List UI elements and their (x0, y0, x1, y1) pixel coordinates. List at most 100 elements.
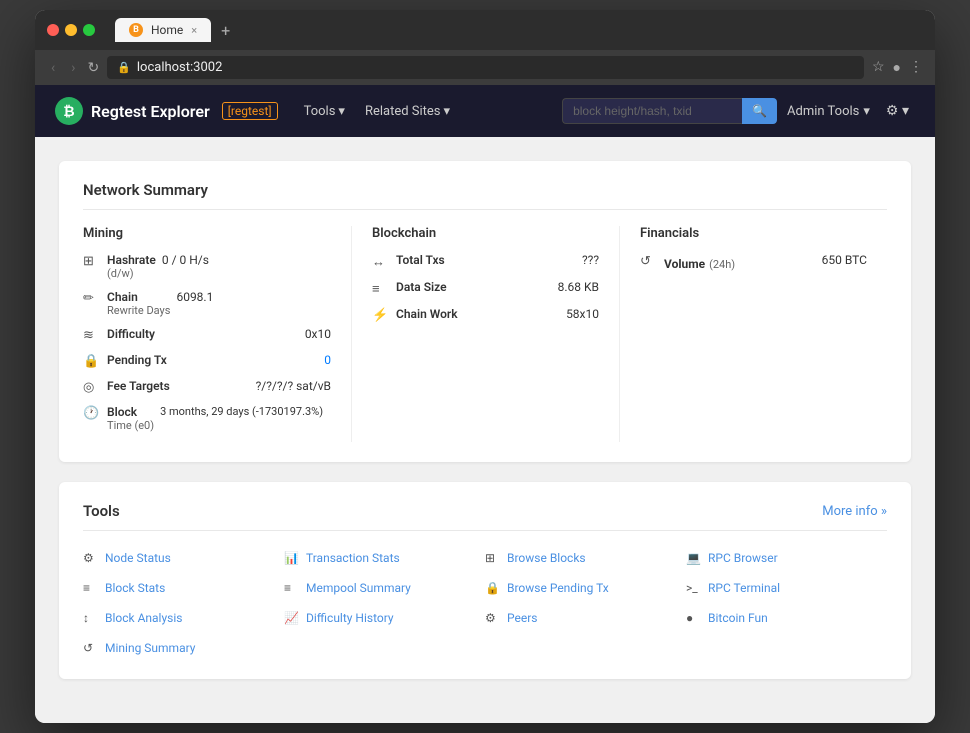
browse-pending-link[interactable]: Browse Pending Tx (507, 581, 609, 595)
block-time-icon: 🕐 (83, 406, 101, 421)
difficulty-row: ≋ Difficulty 0x10 (83, 327, 331, 343)
back-button[interactable]: ‹ (47, 58, 59, 78)
node-status-icon: ⚙ (83, 551, 99, 565)
chain-icon: ✏ (83, 291, 101, 306)
admin-tools-menu[interactable]: Admin Tools ▾ (777, 104, 880, 119)
data-size-row: ≡ Data Size 8.68 KB (372, 280, 599, 297)
block-stats-link[interactable]: Block Stats (105, 581, 165, 595)
tools-header: Tools More info » (83, 502, 887, 531)
search-form: 🔍 (562, 98, 777, 124)
user-icon[interactable]: ● (893, 59, 901, 76)
gear-arrow: ▾ (902, 103, 909, 119)
chain-rewrite-row: ✏ Chain Rewrite Days 6098.1 (83, 290, 331, 317)
tool-mempool-summary[interactable]: ≡ Mempool Summary (284, 577, 485, 599)
hashrate-row: ⊞ Hashrate (d/w) 0 / 0 H/s (83, 253, 331, 280)
total-txs-value: ??? (582, 253, 599, 267)
close-button[interactable] (47, 24, 59, 36)
block-time-value: 3 months, 29 days (-1730197.3%) (160, 405, 323, 418)
tools-menu[interactable]: Tools ▾ (294, 85, 355, 137)
hashrate-icon: ⊞ (83, 254, 101, 269)
block-time-label-block: Block Time (e0) (107, 405, 154, 432)
pending-tx-value: 0 (324, 353, 331, 367)
tab-close-button[interactable]: × (191, 24, 197, 37)
mining-summary-icon: ↺ (83, 641, 99, 655)
network-summary-card: Network Summary Mining ⊞ Hashrate (d/w) … (59, 161, 911, 462)
tool-rpc-browser[interactable]: 💻 RPC Browser (686, 547, 887, 569)
brand-tag: [regtest] (222, 102, 278, 120)
tab-favicon: B (129, 23, 143, 37)
data-size-label: Data Size (396, 280, 552, 294)
rpc-browser-link[interactable]: RPC Browser (708, 551, 778, 565)
total-txs-row: ↔ Total Txs ??? (372, 253, 599, 270)
block-stats-icon: ≡ (83, 581, 99, 595)
tools-arrow: ▾ (338, 104, 345, 119)
gear-menu[interactable]: ⚙ ▾ (880, 103, 915, 119)
titlebar: B Home × + (35, 10, 935, 50)
url-text: localhost:3002 (137, 60, 223, 75)
star-icon[interactable]: ☆ (872, 59, 885, 76)
tool-difficulty-history[interactable]: 📈 Difficulty History (284, 607, 485, 629)
more-info-link[interactable]: More info » (822, 504, 887, 519)
search-input[interactable] (562, 98, 742, 124)
financials-column: Financials ↺ Volume (24h) 650 BTC (619, 226, 887, 442)
lock-icon: 🔒 (117, 61, 131, 74)
forward-button[interactable]: › (67, 58, 79, 78)
chain-work-value: 58x10 (566, 307, 599, 321)
data-size-icon: ≡ (372, 281, 390, 297)
traffic-lights (47, 24, 95, 36)
volume-icon: ↺ (640, 254, 658, 269)
gear-icon: ⚙ (886, 103, 899, 119)
mempool-icon: ≡ (284, 581, 300, 595)
blockchain-column: Blockchain ↔ Total Txs ??? ≡ Data Size 8… (351, 226, 619, 442)
admin-tools-label: Admin Tools (787, 104, 859, 119)
block-analysis-link[interactable]: Block Analysis (105, 611, 182, 625)
maximize-button[interactable] (83, 24, 95, 36)
menu-icon[interactable]: ⋮ (909, 59, 923, 76)
browser-bar: ‹ › ↻ 🔒 localhost:3002 ☆ ● ⋮ (35, 50, 935, 85)
total-txs-icon: ↔ (372, 254, 390, 270)
active-tab[interactable]: B Home × (115, 18, 211, 42)
tool-peers[interactable]: ⚙ Peers (485, 607, 686, 629)
tool-node-status[interactable]: ⚙ Node Status (83, 547, 284, 569)
tool-rpc-terminal[interactable]: >_ RPC Terminal (686, 577, 887, 599)
admin-tools-arrow: ▾ (863, 104, 870, 119)
block-time-sub: Time (e0) (107, 419, 154, 432)
block-analysis-icon: ↕ (83, 611, 99, 625)
refresh-button[interactable]: ↻ (87, 60, 99, 76)
tool-browse-blocks[interactable]: ⊞ Browse Blocks (485, 547, 686, 569)
tool-transaction-stats[interactable]: 📊 Transaction Stats (284, 547, 485, 569)
hashrate-label-block: Hashrate (d/w) (107, 253, 156, 280)
brand-name: Regtest Explorer (91, 102, 210, 121)
rpc-terminal-link[interactable]: RPC Terminal (708, 581, 780, 595)
mining-summary-link[interactable]: Mining Summary (105, 641, 195, 655)
new-tab-button[interactable]: + (215, 21, 236, 40)
pending-tx-label: Pending Tx (107, 353, 318, 367)
chain-label: Chain (107, 290, 170, 304)
volume-period: (24h) (709, 258, 735, 271)
node-status-link[interactable]: Node Status (105, 551, 171, 565)
bitcoin-fun-link[interactable]: Bitcoin Fun (708, 611, 768, 625)
hashrate-sub: (d/w) (107, 267, 156, 280)
transaction-stats-link[interactable]: Transaction Stats (306, 551, 400, 565)
minimize-button[interactable] (65, 24, 77, 36)
tool-block-analysis[interactable]: ↕ Block Analysis (83, 607, 284, 629)
tool-block-stats[interactable]: ≡ Block Stats (83, 577, 284, 599)
peers-link[interactable]: Peers (507, 611, 537, 625)
tool-bitcoin-fun[interactable]: ● Bitcoin Fun (686, 607, 887, 629)
difficulty-label: Difficulty (107, 327, 299, 341)
related-sites-menu[interactable]: Related Sites ▾ (355, 85, 460, 137)
brand: ₿ Regtest Explorer [regtest] (55, 97, 278, 125)
fee-targets-value: ?/?/?/? sat/vB (256, 379, 331, 393)
search-button[interactable]: 🔍 (742, 98, 777, 124)
tool-mining-summary[interactable]: ↺ Mining Summary (83, 637, 284, 659)
volume-label: Volume (664, 257, 705, 271)
chain-work-icon: ⚡ (372, 308, 390, 323)
url-bar[interactable]: 🔒 localhost:3002 (107, 56, 864, 79)
hashrate-value: 0 / 0 H/s (162, 253, 209, 267)
difficulty-history-link[interactable]: Difficulty History (306, 611, 394, 625)
mining-column: Mining ⊞ Hashrate (d/w) 0 / 0 H/s ✏ Chai… (83, 226, 351, 442)
tool-browse-pending[interactable]: 🔒 Browse Pending Tx (485, 577, 686, 599)
summary-grid: Mining ⊞ Hashrate (d/w) 0 / 0 H/s ✏ Chai… (83, 226, 887, 442)
browse-blocks-link[interactable]: Browse Blocks (507, 551, 586, 565)
mempool-summary-link[interactable]: Mempool Summary (306, 581, 411, 595)
